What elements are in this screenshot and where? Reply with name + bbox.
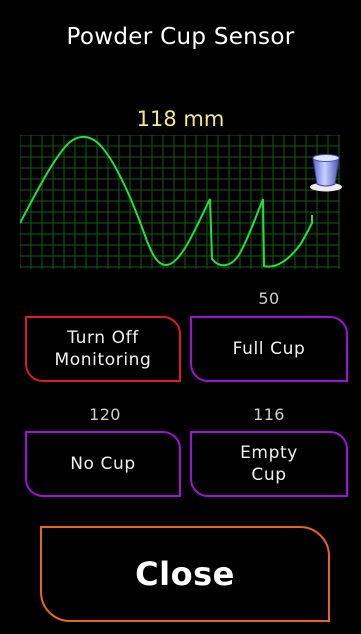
- no-cup-value: 120: [89, 405, 121, 424]
- full-cup-label: Full Cup: [232, 339, 306, 359]
- empty-cup-value: 116: [253, 405, 285, 424]
- sensor-graph-svg: [19, 134, 340, 269]
- no-cup-label: No Cup: [70, 454, 136, 474]
- distance-reading: 118 mm: [136, 107, 225, 131]
- full-cup-value: 50: [258, 289, 280, 308]
- close-label: Close: [135, 555, 235, 593]
- graph-grid: [19, 134, 340, 269]
- powder-cup-icon: [304, 149, 348, 193]
- page-title: Powder Cup Sensor: [66, 24, 295, 50]
- empty-cup-label: Empty Cup: [240, 443, 298, 485]
- full-cup-button[interactable]: Full Cup: [190, 316, 348, 382]
- sensor-graph: [19, 134, 340, 269]
- close-button[interactable]: Close: [40, 526, 330, 622]
- turn-off-monitoring-label: Turn Off Monitoring: [54, 328, 152, 370]
- no-cup-button[interactable]: No Cup: [25, 431, 181, 497]
- turn-off-monitoring-button[interactable]: Turn Off Monitoring: [25, 316, 181, 382]
- empty-cup-button[interactable]: Empty Cup: [190, 431, 348, 497]
